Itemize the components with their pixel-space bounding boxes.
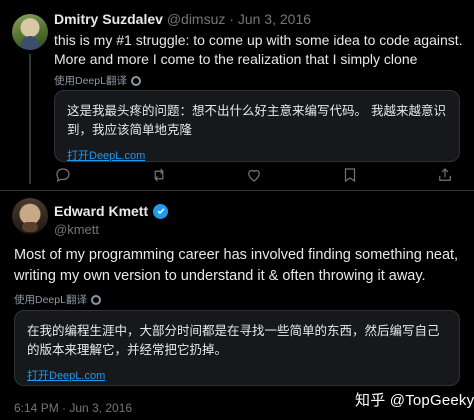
share-icon[interactable] — [436, 166, 454, 189]
tweet-date[interactable]: Jun 3, 2016 — [238, 11, 311, 27]
bookmark-icon[interactable] — [341, 166, 359, 189]
deepl-translate-tag[interactable]: 使用DeepL翻译 — [54, 73, 466, 88]
author-name[interactable]: Edward Kmett — [54, 203, 148, 219]
tweet-text: Most of my programming career has involv… — [14, 247, 459, 284]
author-name[interactable]: Dmitry Suzdalev — [54, 11, 163, 27]
open-deepl-link[interactable]: 打开DeepL.com — [67, 147, 447, 163]
reply-icon[interactable] — [54, 166, 72, 189]
retweet-icon[interactable] — [150, 166, 168, 189]
tweet-header: Dmitry Suzdalev @dimsuz · Jun 3, 2016 — [54, 10, 466, 28]
tweet-reply[interactable]: Dmitry Suzdalev @dimsuz · Jun 3, 2016 th… — [0, 0, 474, 188]
tweet-body: Dmitry Suzdalev @dimsuz · Jun 3, 2016 th… — [54, 10, 466, 88]
header-separator: · — [229, 11, 234, 27]
avatar[interactable] — [12, 14, 48, 50]
author-handle[interactable]: @kmett — [54, 222, 99, 237]
translation-text: 这是我最头疼的问题：想不出什么好主意来编写代码。 我越来越意识到，我应该简单地克… — [67, 103, 446, 137]
translation-card: 在我的编程生涯中，大部分时间都是在寻找一些简单的东西，然后编写自己的版本来理解它… — [14, 310, 460, 386]
author-name-row: Edward Kmett — [54, 203, 169, 219]
tweet-timestamp[interactable]: 6:14 PM · Jun 3, 2016 — [14, 401, 132, 415]
tweet-divider — [0, 190, 474, 191]
avatar[interactable] — [12, 198, 48, 234]
translation-text: 在我的编程生涯中，大部分时间都是在寻找一些简单的东西，然后编写自己的版本来理解它… — [27, 323, 440, 357]
translation-card: 这是我最头疼的问题：想不出什么好主意来编写代码。 我越来越意识到，我应该简单地克… — [54, 90, 460, 162]
deepl-tag-label: 使用DeepL翻译 — [14, 294, 87, 306]
thread-connector — [29, 54, 31, 184]
watermark: 知乎 @TopGeeky — [355, 392, 474, 409]
deepl-translate-tag[interactable]: 使用DeepL翻译 — [14, 292, 101, 307]
tweet-actions — [54, 166, 454, 188]
tweet-text: this is my #1 struggle: to come up with … — [54, 32, 463, 67]
deepl-tag-label: 使用DeepL翻译 — [54, 75, 127, 87]
gear-icon[interactable] — [90, 294, 101, 305]
verified-icon — [153, 203, 169, 219]
like-icon[interactable] — [245, 166, 263, 189]
author-handle[interactable]: @dimsuz — [167, 11, 226, 27]
gear-icon[interactable] — [130, 75, 141, 86]
open-deepl-link[interactable]: 打开DeepL.com — [27, 367, 447, 383]
